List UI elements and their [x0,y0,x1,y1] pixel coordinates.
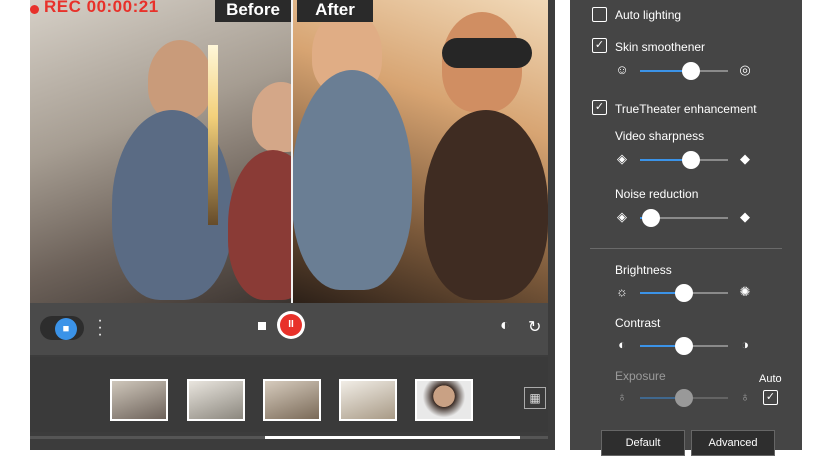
camera-window: Before After REC 00:00:21 › ■ ··· II ◐ ↻… [30,0,590,450]
person-figure [424,110,548,300]
scrollbar-thumb[interactable] [265,436,520,439]
video-preview: Before After REC 00:00:21 [30,0,548,303]
person-figure [292,70,412,290]
exposure-slider[interactable] [640,389,728,407]
contrast-label: Contrast [615,316,661,330]
capture-thumbnail[interactable] [263,379,321,421]
brightness-slider[interactable] [640,284,728,302]
before-label: Before [215,0,291,22]
contrast-high-icon: ◑ [741,337,749,352]
sharpness-low-icon: ◈ [617,151,627,166]
rotate-icon[interactable]: ↻ [528,317,541,337]
recording-dot-icon [30,5,39,14]
preview-after-half [292,0,548,303]
capture-controls: ■ · · · II ◐ ↻ [30,303,548,355]
skin-smoothener-label: Skin smoothener [615,40,706,54]
capture-filmstrip: ▦ [30,357,548,432]
exposure-low-icon: ♁ [617,389,627,404]
video-sharpness-label: Video sharpness [615,129,705,143]
grid-view-icon[interactable]: ▦ [524,387,546,409]
video-camera-icon[interactable]: ■ [55,318,77,340]
noise-reduction-slider[interactable] [640,209,728,227]
slider-knob[interactable] [675,389,693,407]
capture-thumbnail[interactable] [187,379,245,421]
noise-low-icon: ◈ [617,209,627,224]
slider-knob[interactable] [675,337,693,355]
slider-knob[interactable] [675,284,693,302]
more-options-icon[interactable]: · · · [96,313,104,343]
section-divider [590,248,782,249]
recording-timer: REC 00:00:21 [44,0,159,16]
auto-lighting-label: Auto lighting [615,8,682,22]
sharpness-high-icon: ◆ [740,151,750,166]
default-button[interactable]: Default [601,430,685,456]
before-after-divider[interactable] [291,0,293,303]
capture-thumbnail[interactable] [110,379,168,421]
exposure-auto-label: Auto [759,373,782,385]
settings-panel: Auto lighting ✓ Skin smoothener ☺ ◎ ✓ Tr… [570,0,802,456]
slider-knob[interactable] [682,62,701,80]
exposure-auto-checkbox[interactable]: ✓ [763,390,778,405]
brightness-label: Brightness [615,263,672,277]
capture-thumbnail[interactable] [339,379,397,421]
slider-knob[interactable] [641,209,660,227]
skin-smoothener-slider[interactable] [640,62,728,80]
contrast-slider[interactable] [640,337,728,355]
truetheater-label: TrueTheater enhancement [615,102,757,116]
auto-lighting-checkbox[interactable] [592,7,607,22]
advanced-button[interactable]: Advanced [691,430,775,456]
filmstrip-scrollbar[interactable] [30,436,548,439]
smooth-more-icon: ◎ [739,62,751,77]
effects-icon[interactable]: ◐ [500,317,510,335]
capture-thumbnail[interactable] [415,379,473,421]
skin-smoothener-checkbox[interactable]: ✓ [592,38,607,53]
goggles [442,38,532,68]
exposure-label: Exposure [615,369,666,383]
after-label: After [297,0,373,22]
person-figure [148,40,212,120]
slider-knob[interactable] [682,151,701,169]
noise-high-icon: ◆ [740,209,750,224]
exposure-high-icon: ♁ [740,389,750,404]
brightness-low-icon: ☼ [616,284,628,299]
smooth-less-icon: ☺ [615,62,629,77]
pause-icon: II [280,314,302,336]
stop-button[interactable] [258,322,266,330]
noise-reduction-label: Noise reduction [615,187,699,201]
preview-before-half [30,0,318,303]
contrast-low-icon: ◐ [618,337,626,352]
sparkler [208,45,218,225]
record-pause-button[interactable]: II [277,311,305,339]
video-sharpness-slider[interactable] [640,151,728,169]
truetheater-checkbox[interactable]: ✓ [592,100,607,115]
brightness-high-icon: ✺ [739,284,751,299]
